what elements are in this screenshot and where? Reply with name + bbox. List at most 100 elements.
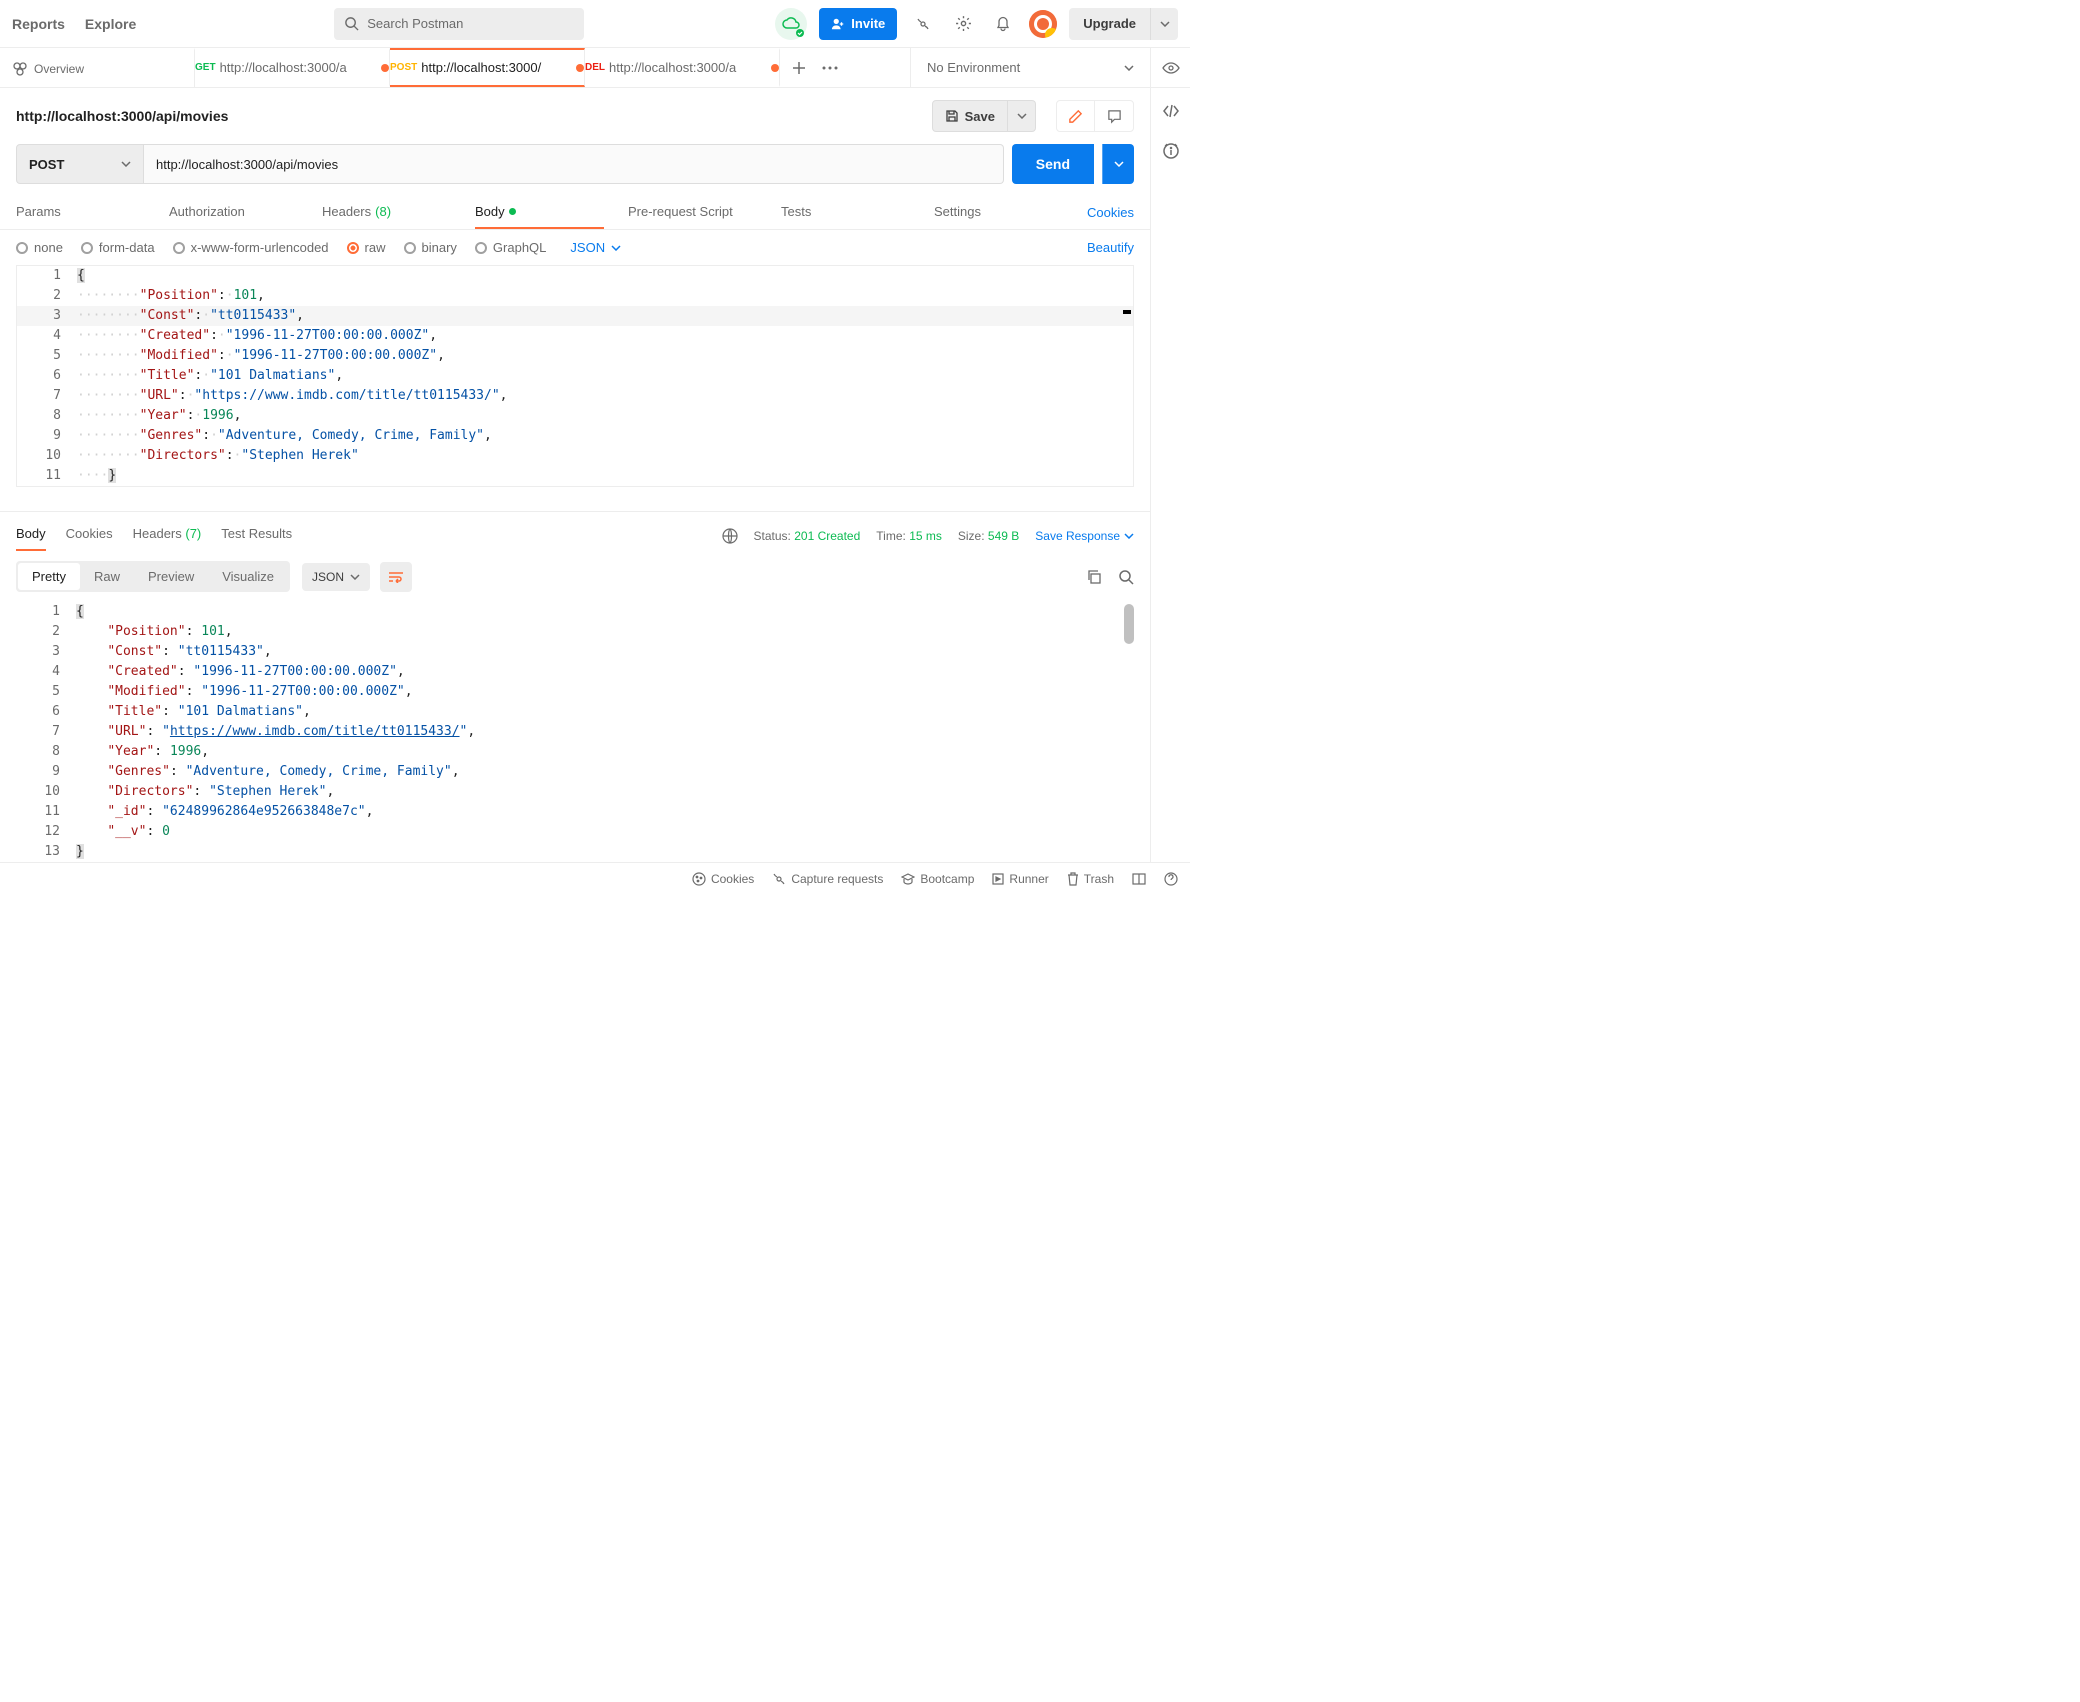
- environment-selector[interactable]: No Environment: [910, 48, 1150, 87]
- tab-prerequest[interactable]: Pre-request Script: [628, 196, 757, 229]
- nav-reports[interactable]: Reports: [12, 16, 65, 32]
- footer-cookies[interactable]: Cookies: [692, 872, 754, 886]
- save-response-link[interactable]: Save Response: [1035, 529, 1134, 543]
- sync-status-icon[interactable]: [775, 8, 807, 40]
- radio-xwww[interactable]: x-www-form-urlencoded: [173, 240, 329, 255]
- view-raw[interactable]: Raw: [80, 563, 134, 590]
- send-dropdown[interactable]: [1102, 144, 1134, 184]
- status-meta: Status: 201 Created: [754, 529, 861, 543]
- invite-button[interactable]: Invite: [819, 8, 897, 40]
- capture-icon: [772, 872, 786, 886]
- save-icon: [945, 109, 959, 123]
- body-format-selector[interactable]: JSON: [570, 240, 621, 255]
- footer-runner[interactable]: Runner: [992, 872, 1048, 886]
- edit-icon[interactable]: [1057, 101, 1095, 131]
- user-avatar[interactable]: [1029, 10, 1057, 38]
- environment-label: No Environment: [927, 60, 1020, 75]
- bootcamp-icon: [901, 873, 915, 885]
- save-label: Save: [965, 109, 995, 124]
- tab-params[interactable]: Params: [16, 196, 145, 229]
- nav-explore[interactable]: Explore: [85, 16, 136, 32]
- send-button[interactable]: Send: [1012, 144, 1094, 184]
- tab-overview-label: Overview: [34, 62, 182, 76]
- time-meta: Time: 15 ms: [876, 529, 942, 543]
- new-tab-icon[interactable]: [792, 61, 806, 75]
- view-pretty[interactable]: Pretty: [18, 563, 80, 590]
- invite-label: Invite: [851, 16, 885, 31]
- body-present-dot-icon: [509, 208, 516, 215]
- response-format-selector[interactable]: JSON: [302, 563, 370, 591]
- save-button[interactable]: Save: [932, 100, 1008, 132]
- tab-get-request[interactable]: GET http://localhost:3000/a: [195, 48, 390, 87]
- tab-overview[interactable]: Overview: [0, 48, 195, 87]
- tab-settings[interactable]: Settings: [934, 196, 1063, 229]
- chevron-down-icon: [350, 574, 360, 580]
- radio-raw-label: raw: [365, 240, 386, 255]
- view-visualize[interactable]: Visualize: [208, 563, 288, 590]
- tab-post-request[interactable]: POST http://localhost:3000/: [390, 48, 585, 87]
- wrap-lines-icon[interactable]: [380, 562, 412, 592]
- footer-bootcamp-label: Bootcamp: [920, 872, 974, 886]
- radio-raw[interactable]: raw: [347, 240, 386, 255]
- save-response-label: Save Response: [1035, 529, 1120, 543]
- resp-tab-body[interactable]: Body: [16, 520, 46, 551]
- footer-capture[interactable]: Capture requests: [772, 872, 883, 886]
- upgrade-button[interactable]: Upgrade: [1069, 8, 1150, 40]
- response-format-label: JSON: [312, 570, 344, 584]
- method-badge-del: DEL: [585, 62, 605, 73]
- satellite-icon[interactable]: [909, 10, 937, 38]
- radio-formdata[interactable]: form-data: [81, 240, 155, 255]
- code-panel-icon[interactable]: [1162, 104, 1180, 118]
- trash-icon: [1067, 872, 1079, 886]
- footer-runner-label: Runner: [1009, 872, 1048, 886]
- resp-tab-testresults[interactable]: Test Results: [221, 520, 292, 551]
- method-selector[interactable]: POST: [16, 144, 144, 184]
- chevron-down-icon: [121, 161, 131, 167]
- footer-bootcamp[interactable]: Bootcamp: [901, 872, 974, 886]
- radio-graphql-label: GraphQL: [493, 240, 546, 255]
- request-body-editor[interactable]: 1{2········"Position":·101,3········"Con…: [16, 265, 1134, 487]
- beautify-link[interactable]: Beautify: [1087, 240, 1134, 255]
- chevron-down-icon: [1124, 65, 1134, 71]
- chevron-down-icon: [611, 245, 621, 251]
- radio-xwww-label: x-www-form-urlencoded: [191, 240, 329, 255]
- save-dropdown[interactable]: [1008, 100, 1036, 132]
- settings-icon[interactable]: [949, 10, 977, 38]
- search-response-icon[interactable]: [1118, 569, 1134, 585]
- tab-body[interactable]: Body: [475, 196, 604, 229]
- tab-headers[interactable]: Headers (8): [322, 196, 451, 229]
- help-icon[interactable]: [1164, 872, 1178, 886]
- two-pane-icon[interactable]: [1132, 873, 1146, 885]
- radio-graphql[interactable]: GraphQL: [475, 240, 546, 255]
- radio-none[interactable]: none: [16, 240, 63, 255]
- search-input[interactable]: Search Postman: [334, 8, 584, 40]
- environment-quicklook-icon[interactable]: [1150, 48, 1190, 87]
- tab-tests[interactable]: Tests: [781, 196, 910, 229]
- tab-del-request[interactable]: DEL http://localhost:3000/a: [585, 48, 780, 87]
- search-icon: [344, 16, 359, 31]
- view-preview[interactable]: Preview: [134, 563, 208, 590]
- footer-trash[interactable]: Trash: [1067, 872, 1114, 886]
- tab-body-label: Body: [475, 204, 505, 219]
- unsaved-dot-icon: [771, 64, 779, 72]
- copy-icon[interactable]: [1086, 569, 1102, 585]
- cookies-link[interactable]: Cookies: [1087, 205, 1134, 220]
- info-panel-icon[interactable]: [1162, 142, 1180, 160]
- comment-icon[interactable]: [1095, 101, 1133, 131]
- resp-tab-headers[interactable]: Headers (7): [133, 520, 202, 551]
- more-tabs-icon[interactable]: [822, 66, 838, 70]
- method-badge-get: GET: [195, 62, 216, 73]
- url-value: http://localhost:3000/api/movies: [156, 157, 338, 172]
- runner-icon: [992, 873, 1004, 885]
- globe-icon[interactable]: [722, 528, 738, 544]
- tab-label: http://localhost:3000/a: [609, 60, 767, 75]
- response-body-viewer[interactable]: 1{2 "Position": 101,3 "Const": "tt011543…: [16, 602, 1134, 862]
- tab-authorization[interactable]: Authorization: [169, 196, 298, 229]
- chevron-down-icon: [1124, 533, 1134, 539]
- notifications-icon[interactable]: [989, 10, 1017, 38]
- resp-tab-cookies[interactable]: Cookies: [66, 520, 113, 551]
- upgrade-dropdown[interactable]: [1150, 8, 1178, 40]
- radio-binary-label: binary: [422, 240, 457, 255]
- radio-binary[interactable]: binary: [404, 240, 457, 255]
- url-input[interactable]: http://localhost:3000/api/movies: [144, 144, 1004, 184]
